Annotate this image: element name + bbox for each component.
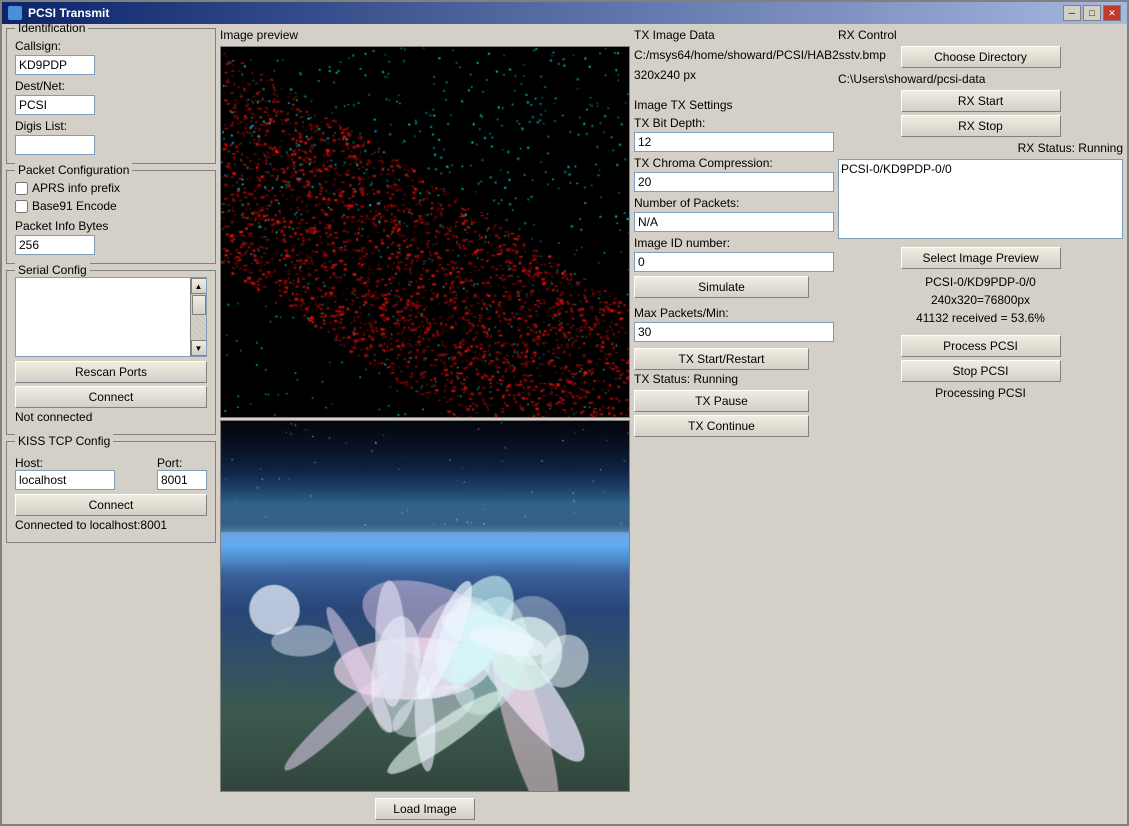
title-bar: PCSI Transmit ─ □ ✕	[2, 2, 1127, 24]
left-panel: Identification Callsign: Dest/Net: Digis…	[6, 28, 216, 820]
stop-pcsi-button[interactable]: Stop PCSI	[901, 360, 1061, 382]
tx-chroma-input[interactable]	[634, 172, 834, 192]
app-icon	[8, 6, 22, 20]
tx-file-path: C:/msys64/home/showard/PCSI/HAB2sstv.bmp	[634, 46, 834, 64]
scroll-down-arrow[interactable]: ▼	[191, 340, 207, 356]
bottom-image-canvas	[220, 420, 630, 792]
rx-list-item: PCSI-0/KD9PDP-0/0	[841, 162, 1120, 176]
load-image-button[interactable]: Load Image	[375, 798, 475, 820]
bottom-image	[221, 421, 629, 791]
close-button[interactable]: ✕	[1103, 5, 1121, 21]
main-window: PCSI Transmit ─ □ ✕ Identification Calls…	[0, 0, 1129, 826]
rx-dir-path: C:\Users\showard/pcsi-data	[838, 72, 1123, 86]
choose-dir-button[interactable]: Choose Directory	[901, 46, 1061, 68]
rx-status: RX Status: Running	[838, 141, 1123, 155]
callsign-input[interactable]	[15, 55, 95, 75]
image-preview-label: Image preview	[220, 28, 630, 42]
scroll-up-arrow[interactable]: ▲	[191, 278, 207, 294]
kiss-status: Connected to localhost:8001	[15, 516, 207, 534]
digis-label: Digis List:	[15, 119, 207, 133]
top-image	[221, 47, 629, 417]
tx-pause-button[interactable]: TX Pause	[634, 390, 809, 412]
simulate-button[interactable]: Simulate	[634, 276, 809, 298]
max-packets-input[interactable]	[634, 322, 834, 342]
base91-label: Base91 Encode	[32, 199, 117, 213]
rx-control-label: RX Control	[838, 28, 1123, 42]
identification-group: Identification Callsign: Dest/Net: Digis…	[6, 28, 216, 164]
restore-button[interactable]: □	[1083, 5, 1101, 21]
digis-input[interactable]	[15, 135, 95, 155]
kiss-tcp-label: KISS TCP Config	[15, 434, 113, 448]
rx-panel: RX Control Choose Directory C:\Users\sho…	[838, 28, 1123, 820]
host-label: Host:	[15, 456, 151, 470]
serial-status: Not connected	[15, 408, 207, 426]
tx-chroma-label: TX Chroma Compression:	[634, 156, 834, 170]
processing-text: Processing PCSI	[838, 386, 1123, 400]
tx-bit-depth-input[interactable]	[634, 132, 834, 152]
rx-info-line3: 41132 received = 53.6%	[838, 309, 1123, 327]
packet-config-group: Packet Configuration APRS info prefix Ba…	[6, 170, 216, 264]
tx-bit-depth-label: TX Bit Depth:	[634, 116, 834, 130]
serial-ports-list: ▲ ▼	[15, 277, 207, 357]
image-id-label: Image ID number:	[634, 236, 834, 250]
rx-list[interactable]: PCSI-0/KD9PDP-0/0	[838, 159, 1123, 239]
serial-config-label: Serial Config	[15, 263, 90, 277]
window-title: PCSI Transmit	[28, 6, 109, 20]
tx-image-data-label: TX Image Data	[634, 28, 834, 42]
dest-net-input[interactable]	[15, 95, 95, 115]
main-content: Identification Callsign: Dest/Net: Digis…	[2, 24, 1127, 824]
callsign-label: Callsign:	[15, 39, 207, 53]
rx-info: PCSI-0/KD9PDP-0/0 240x320=76800px 41132 …	[838, 273, 1123, 327]
port-label: Port:	[157, 456, 207, 470]
kiss-tcp-group: KISS TCP Config Host: Port: Connect Conn…	[6, 441, 216, 543]
num-packets-label: Number of Packets:	[634, 196, 834, 210]
tx-dimensions: 320x240 px	[634, 68, 834, 82]
minimize-button[interactable]: ─	[1063, 5, 1081, 21]
port-input[interactable]	[157, 470, 207, 490]
serial-textarea[interactable]	[16, 278, 190, 356]
dest-net-label: Dest/Net:	[15, 79, 207, 93]
aprs-prefix-checkbox[interactable]	[15, 182, 28, 195]
center-panel: Image preview Load Image	[220, 28, 630, 820]
base91-checkbox[interactable]	[15, 200, 28, 213]
rx-info-line2: 240x320=76800px	[838, 291, 1123, 309]
process-pcsi-button[interactable]: Process PCSI	[901, 335, 1061, 357]
tx-continue-button[interactable]: TX Continue	[634, 415, 809, 437]
kiss-connect-button[interactable]: Connect	[15, 494, 207, 516]
tx-start-button[interactable]: TX Start/Restart	[634, 348, 809, 370]
rx-start-button[interactable]: RX Start	[901, 90, 1061, 112]
aprs-prefix-label: APRS info prefix	[32, 181, 120, 195]
top-image-canvas	[220, 46, 630, 418]
packet-info-label: Packet Info Bytes	[15, 219, 207, 233]
max-packets-label: Max Packets/Min:	[634, 306, 834, 320]
packet-config-label: Packet Configuration	[15, 163, 132, 177]
rescan-ports-button[interactable]: Rescan Ports	[15, 361, 207, 383]
serial-scrollbar: ▲ ▼	[190, 278, 206, 356]
host-input[interactable]	[15, 470, 115, 490]
serial-connect-button[interactable]: Connect	[15, 386, 207, 408]
select-preview-button[interactable]: Select Image Preview	[901, 247, 1061, 269]
image-id-input[interactable]	[634, 252, 834, 272]
image-tx-settings-label: Image TX Settings	[634, 98, 834, 112]
serial-config-group: Serial Config ▲ ▼ Rescan Ports Connect	[6, 270, 216, 435]
identification-label: Identification	[15, 24, 88, 35]
tx-panel: TX Image Data C:/msys64/home/showard/PCS…	[634, 28, 834, 820]
num-packets-input[interactable]	[634, 212, 834, 232]
packet-info-input[interactable]	[15, 235, 95, 255]
rx-stop-button[interactable]: RX Stop	[901, 115, 1061, 137]
rx-info-line1: PCSI-0/KD9PDP-0/0	[838, 273, 1123, 291]
scroll-thumb[interactable]	[192, 295, 206, 315]
tx-status: TX Status: Running	[634, 372, 834, 386]
